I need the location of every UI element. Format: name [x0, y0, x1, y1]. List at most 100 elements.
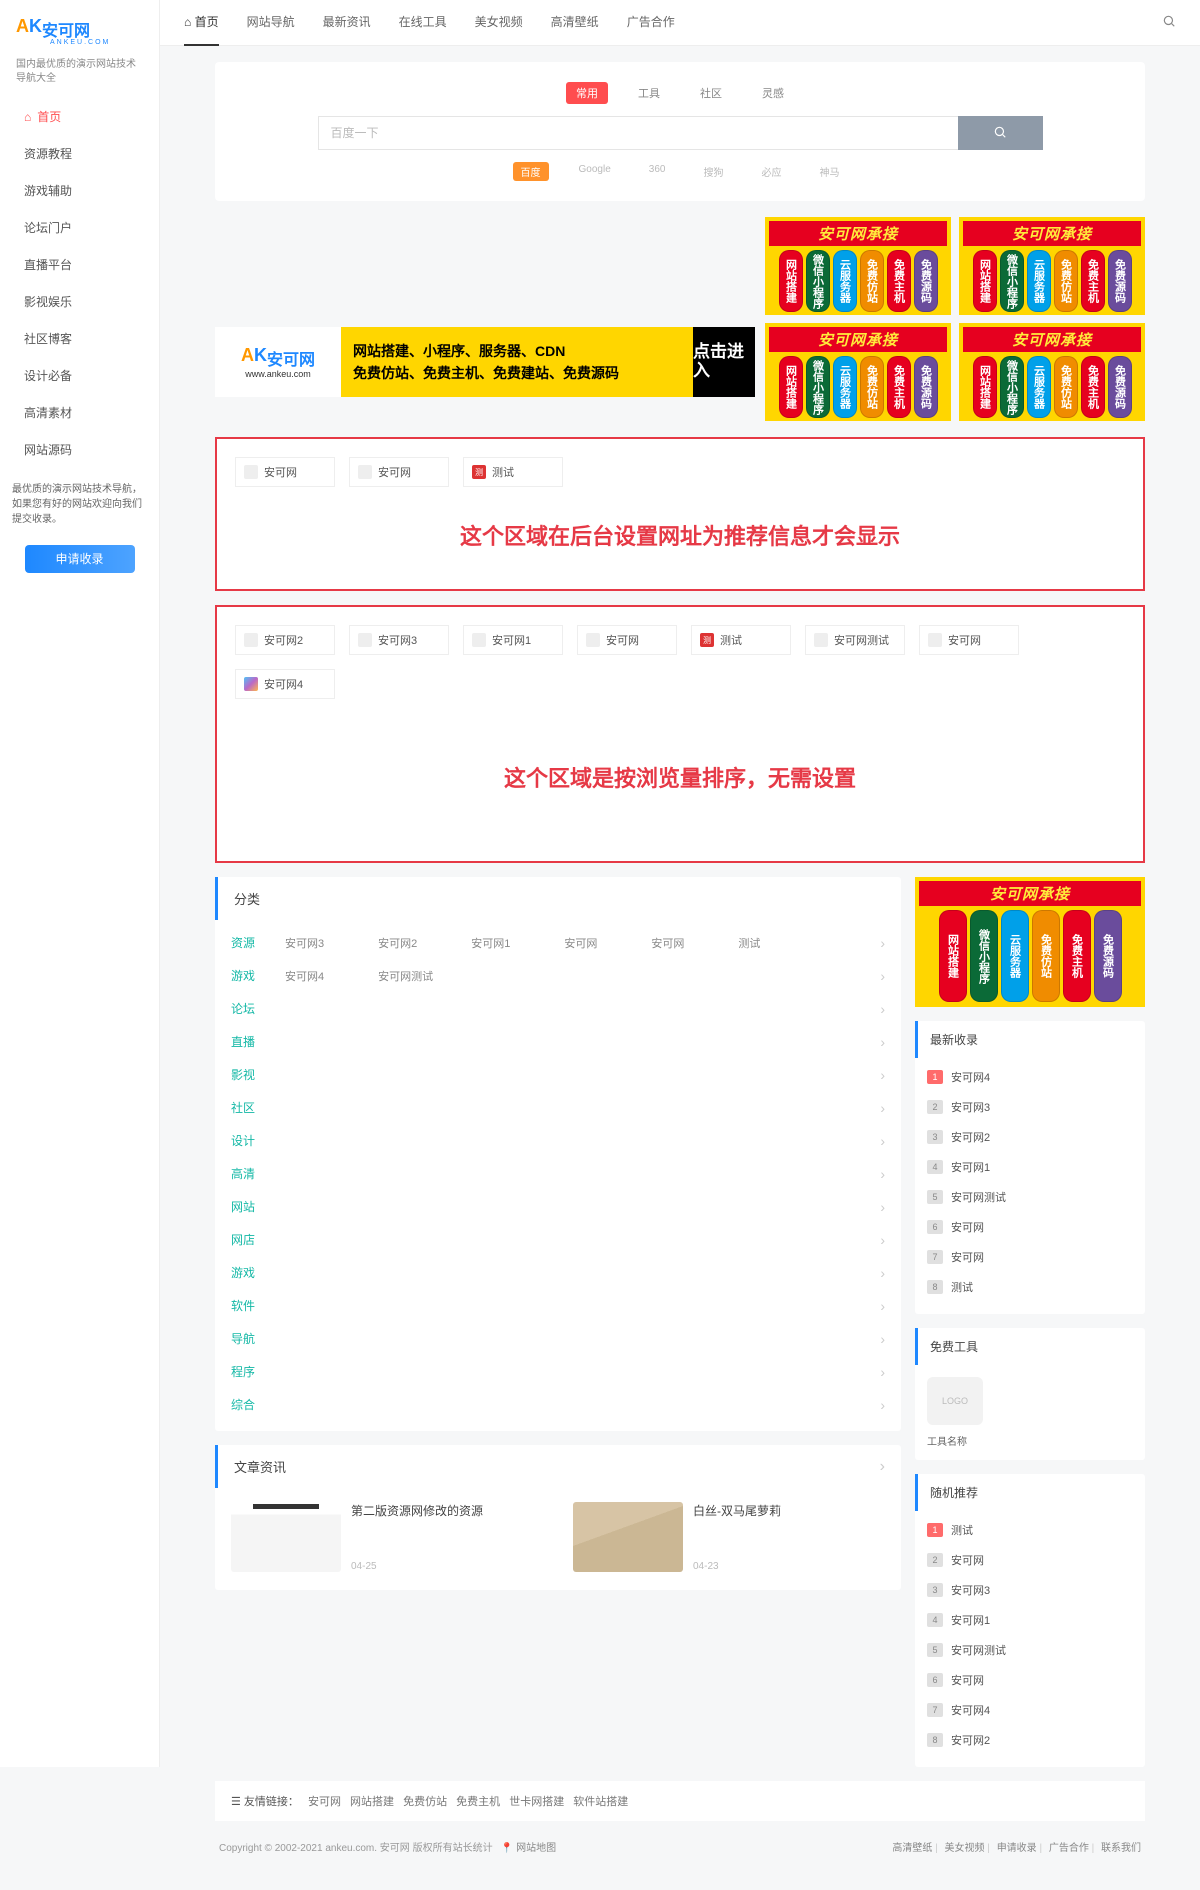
footer-link[interactable]: 美女视频 [945, 1843, 993, 1854]
top-nav-item[interactable]: 最新资讯 [323, 0, 371, 46]
category-name[interactable]: 论坛 [231, 1000, 285, 1017]
search-engine[interactable]: 神马 [811, 162, 847, 181]
chevron-right-icon[interactable]: › [880, 1265, 885, 1281]
footer-link[interactable]: 广告合作 [1049, 1843, 1097, 1854]
category-name[interactable]: 资源 [231, 934, 285, 951]
rank-item[interactable]: 7安可网4 [927, 1695, 1133, 1725]
rank-item[interactable]: 6安可网 [927, 1212, 1133, 1242]
site-chip[interactable]: 安可网3 [349, 625, 449, 655]
friend-link[interactable]: 安可网 [308, 1796, 341, 1808]
friend-link[interactable]: 免费仿站 [403, 1796, 447, 1808]
category-name[interactable]: 综合 [231, 1396, 285, 1413]
rank-item[interactable]: 5安可网测试 [927, 1635, 1133, 1665]
top-nav-item[interactable]: 广告合作 [627, 0, 675, 46]
category-sub[interactable]: 安可网3 [285, 935, 324, 951]
rank-item[interactable]: 1安可网4 [927, 1062, 1133, 1092]
rank-item[interactable]: 2安可网3 [927, 1092, 1133, 1122]
sidebar-item[interactable]: 论坛门户 [0, 209, 159, 246]
category-name[interactable]: 导航 [231, 1330, 285, 1347]
chevron-right-icon[interactable]: › [880, 1298, 885, 1314]
chevron-right-icon[interactable]: › [880, 935, 885, 951]
chevron-right-icon[interactable]: › [880, 1100, 885, 1116]
category-sub[interactable]: 测试 [738, 935, 760, 951]
articles-more-icon[interactable]: › [880, 1458, 885, 1476]
chevron-right-icon[interactable]: › [880, 1199, 885, 1215]
rank-item[interactable]: 6安可网 [927, 1665, 1133, 1695]
category-name[interactable]: 软件 [231, 1297, 285, 1314]
top-nav-item[interactable]: 网站导航 [247, 0, 295, 46]
chevron-right-icon[interactable]: › [880, 1232, 885, 1248]
chevron-right-icon[interactable]: › [880, 968, 885, 984]
category-sub[interactable]: 安可网1 [471, 935, 510, 951]
footer-link[interactable]: 高清壁纸 [892, 1843, 940, 1854]
friend-link[interactable]: 网站搭建 [350, 1796, 394, 1808]
logo[interactable]: AK安可网 ANKEU.COM [0, 16, 159, 54]
site-chip[interactable]: 安可网 [577, 625, 677, 655]
sitemap-link[interactable]: 网站地图 [501, 1843, 556, 1854]
category-name[interactable]: 网站 [231, 1198, 285, 1215]
rank-item[interactable]: 4安可网1 [927, 1605, 1133, 1635]
search-engine[interactable]: 必应 [753, 162, 789, 181]
site-chip[interactable]: 测测试 [691, 625, 791, 655]
site-chip[interactable]: 安可网1 [463, 625, 563, 655]
chevron-right-icon[interactable]: › [880, 1034, 885, 1050]
chevron-right-icon[interactable]: › [880, 1397, 885, 1413]
category-name[interactable]: 设计 [231, 1132, 285, 1149]
ad-tile[interactable]: 安可网承接网站搭建微信小程序云服务器免费仿站免费主机免费源码 [765, 323, 951, 421]
sidebar-item[interactable]: 资源教程 [0, 135, 159, 172]
friend-link[interactable]: 软件站搭建 [573, 1796, 628, 1808]
category-sub[interactable]: 安可网 [651, 935, 684, 951]
rank-item[interactable]: 1测试 [927, 1515, 1133, 1545]
ad-tile[interactable]: 安可网承接网站搭建微信小程序云服务器免费仿站免费主机免费源码 [959, 217, 1145, 315]
sidebar-item[interactable]: 社区博客 [0, 320, 159, 357]
footer-link[interactable]: 申请收录 [997, 1843, 1045, 1854]
search-button[interactable] [958, 116, 1043, 150]
category-name[interactable]: 高清 [231, 1165, 285, 1182]
site-chip[interactable]: 测测试 [463, 457, 563, 487]
article-item[interactable]: 白丝-双马尾萝莉04-23 [573, 1502, 885, 1572]
search-tab[interactable]: 灵感 [752, 82, 794, 104]
sidebar-item[interactable]: 高清素材 [0, 394, 159, 431]
rank-item[interactable]: 4安可网1 [927, 1152, 1133, 1182]
category-name[interactable]: 社区 [231, 1099, 285, 1116]
main-banner[interactable]: AK安可网 www.ankeu.com 网站搭建、小程序、服务器、CDN 免费仿… [215, 327, 755, 397]
top-nav-item[interactable]: 在线工具 [399, 0, 447, 46]
site-chip[interactable]: 安可网2 [235, 625, 335, 655]
rank-item[interactable]: 3安可网3 [927, 1575, 1133, 1605]
search-engine[interactable]: 搜狗 [695, 162, 731, 181]
category-sub[interactable]: 安可网 [564, 935, 597, 951]
sidebar-item[interactable]: 直播平台 [0, 246, 159, 283]
chevron-right-icon[interactable]: › [880, 1166, 885, 1182]
rank-item[interactable]: 5安可网测试 [927, 1182, 1133, 1212]
rank-item[interactable]: 8安可网2 [927, 1725, 1133, 1755]
chevron-right-icon[interactable]: › [880, 1067, 885, 1083]
category-name[interactable]: 直播 [231, 1033, 285, 1050]
chevron-right-icon[interactable]: › [880, 1133, 885, 1149]
rank-item[interactable]: 3安可网2 [927, 1122, 1133, 1152]
rank-item[interactable]: 8测试 [927, 1272, 1133, 1302]
sidebar-item[interactable]: 网站源码 [0, 431, 159, 468]
banner-click[interactable]: 点击进入 [693, 327, 755, 397]
top-nav-item[interactable]: 高清壁纸 [551, 0, 599, 46]
sidebar-ad[interactable]: 安可网承接 网站搭建微信小程序云服务器免费仿站免费主机免费源码 [915, 877, 1145, 1007]
footer-link[interactable]: 联系我们 [1101, 1843, 1141, 1854]
site-chip[interactable]: 安可网4 [235, 669, 335, 699]
article-item[interactable]: 第二版资源网修改的资源04-25 [231, 1502, 543, 1572]
search-icon[interactable] [1162, 14, 1176, 31]
sidebar-item[interactable]: 游戏辅助 [0, 172, 159, 209]
chevron-right-icon[interactable]: › [880, 1001, 885, 1017]
category-name[interactable]: 游戏 [231, 1264, 285, 1281]
friend-link[interactable]: 世卡网搭建 [509, 1796, 564, 1808]
search-input[interactable] [318, 116, 958, 150]
site-chip[interactable]: 安可网 [349, 457, 449, 487]
category-name[interactable]: 影视 [231, 1066, 285, 1083]
chevron-right-icon[interactable]: › [880, 1331, 885, 1347]
search-engine[interactable]: 百度 [513, 162, 549, 181]
tool-icon[interactable]: LOGO [927, 1377, 983, 1425]
site-chip[interactable]: 安可网测试 [805, 625, 905, 655]
sidebar-item[interactable]: 影视娱乐 [0, 283, 159, 320]
search-tab[interactable]: 社区 [690, 82, 732, 104]
search-engine[interactable]: Google [571, 162, 619, 181]
search-tab[interactable]: 工具 [628, 82, 670, 104]
category-name[interactable]: 游戏 [231, 967, 285, 984]
